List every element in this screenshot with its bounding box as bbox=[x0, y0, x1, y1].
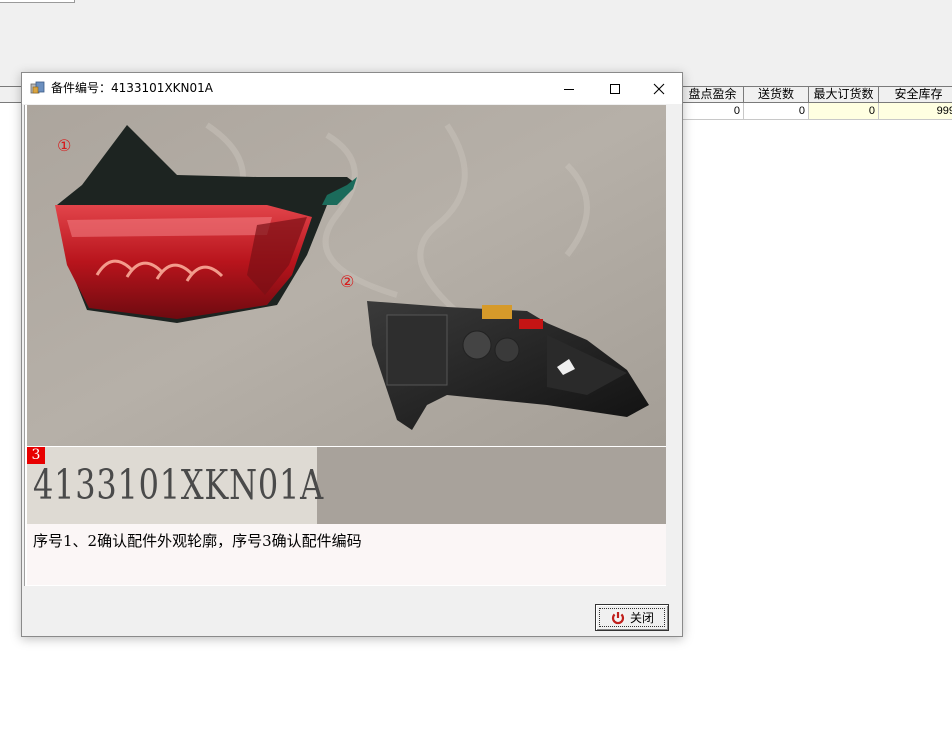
caption-area: 序号1、2确认配件外观轮廓，序号3确认配件编码 bbox=[27, 524, 666, 585]
grid-header-delivery-qty[interactable]: 送货数 bbox=[744, 86, 809, 103]
grid-header-safety-stock[interactable]: 安全库存 bbox=[879, 86, 952, 103]
grid-cell-delivery-qty[interactable]: 0 bbox=[744, 103, 809, 120]
part-image-dialog: 备件编号：4133101XKN01A ① ② 4133101XKN01A 3 序… bbox=[21, 72, 683, 637]
image-panel: ① ② 4133101XKN01A 3 序号1、2确认配件外观轮廓，序号3确认配… bbox=[24, 105, 666, 586]
dialog-titlebar[interactable]: 备件编号：4133101XKN01A bbox=[22, 73, 682, 104]
dialog-title: 备件编号：4133101XKN01A bbox=[51, 81, 213, 95]
part-code-label: 4133101XKN01A bbox=[27, 447, 323, 524]
close-icon bbox=[653, 83, 665, 94]
grid-header-left bbox=[0, 86, 22, 103]
image-caption: 序号1、2确认配件外观轮廓，序号3确认配件编码 bbox=[33, 532, 362, 550]
maximize-icon bbox=[610, 83, 620, 94]
grid-cell-stock-surplus[interactable]: 0 bbox=[682, 103, 744, 120]
close-button-label: 关闭 bbox=[629, 611, 654, 625]
close-button[interactable]: 关闭 bbox=[595, 604, 669, 631]
part-code-strip: 4133101XKN01A 3 bbox=[27, 447, 666, 524]
window-close-button[interactable] bbox=[636, 73, 682, 104]
grid-cell-safety-stock[interactable]: 999 bbox=[879, 103, 952, 120]
background-input[interactable] bbox=[0, 0, 75, 3]
grid-header-max-order-qty[interactable]: 最大订货数 bbox=[809, 86, 879, 103]
marker-3-badge: 3 bbox=[27, 447, 45, 464]
part-photo: ① ② bbox=[27, 105, 666, 446]
minimize-button[interactable] bbox=[546, 73, 592, 104]
minimize-icon bbox=[564, 88, 574, 90]
marker-2: ② bbox=[340, 272, 354, 291]
part-code-text: 4133101XKN01A bbox=[33, 461, 325, 509]
app-icon bbox=[30, 81, 45, 94]
marker-1: ① bbox=[57, 136, 71, 155]
grid-cell-max-order-qty[interactable]: 0 bbox=[809, 103, 879, 120]
maximize-button[interactable] bbox=[592, 73, 638, 104]
grid-header-stock-surplus[interactable]: 盘点盈余 bbox=[682, 86, 744, 103]
power-icon bbox=[610, 610, 626, 625]
